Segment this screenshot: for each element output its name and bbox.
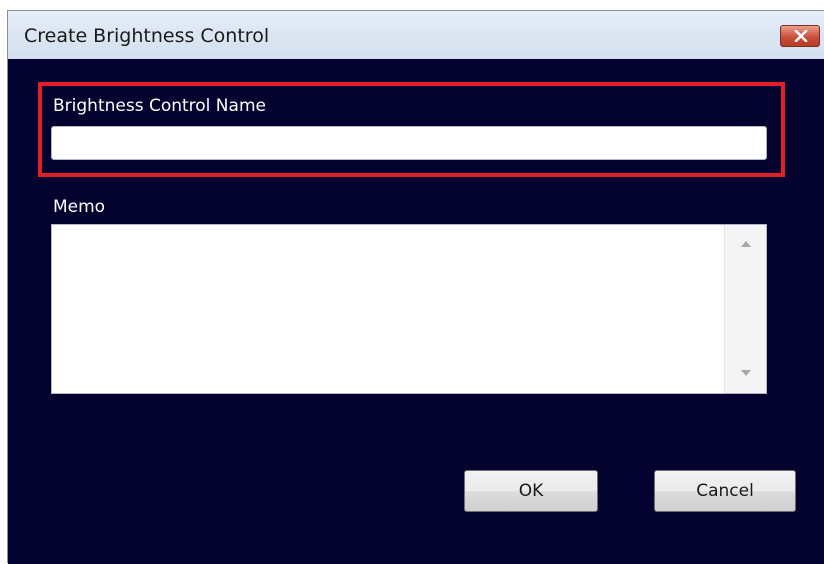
cancel-button[interactable]: Cancel bbox=[654, 470, 796, 512]
scroll-down-button[interactable] bbox=[725, 359, 766, 389]
memo-textarea[interactable] bbox=[52, 225, 724, 393]
memo-scrollbar[interactable] bbox=[724, 225, 766, 393]
memo-field bbox=[51, 224, 767, 394]
dialog-body: Brightness Control Name Memo OK Cancel bbox=[8, 59, 824, 564]
scroll-down-arrow-icon bbox=[741, 370, 751, 376]
dialog-title: Create Brightness Control bbox=[24, 25, 270, 47]
close-icon bbox=[794, 30, 808, 42]
close-button[interactable] bbox=[780, 25, 820, 47]
scroll-up-button[interactable] bbox=[725, 229, 766, 259]
ok-button[interactable]: OK bbox=[464, 470, 598, 512]
memo-label: Memo bbox=[53, 197, 106, 217]
brightness-control-name-label: Brightness Control Name bbox=[53, 96, 266, 116]
brightness-control-name-input[interactable] bbox=[51, 126, 767, 160]
scroll-up-arrow-icon bbox=[741, 241, 751, 247]
create-brightness-control-dialog: Create Brightness Control Brightness Con… bbox=[7, 10, 824, 564]
title-bar[interactable]: Create Brightness Control bbox=[8, 11, 824, 59]
